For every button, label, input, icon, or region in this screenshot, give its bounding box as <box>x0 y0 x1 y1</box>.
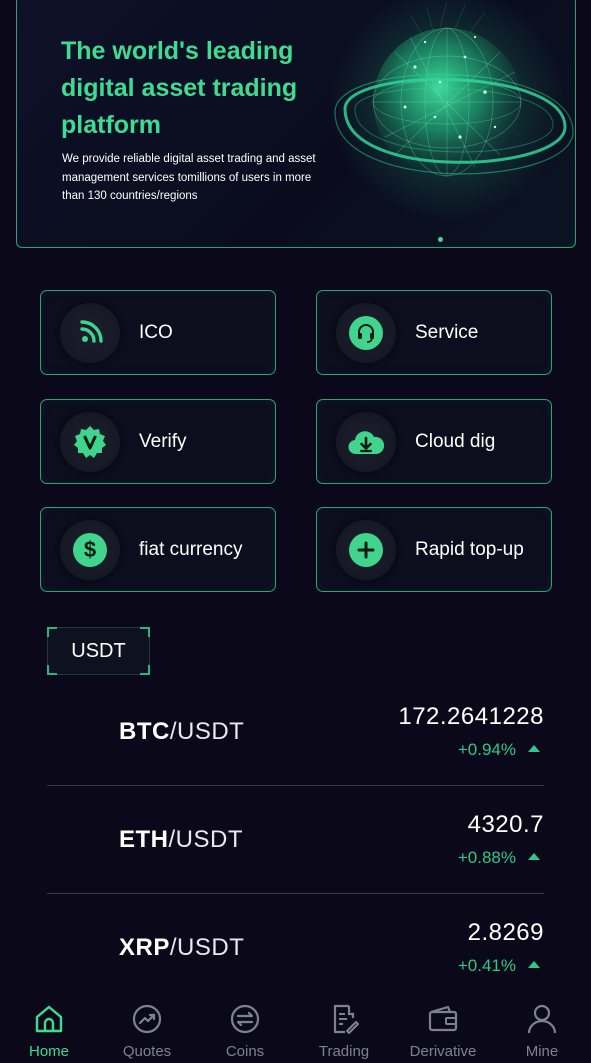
service-button[interactable]: Service <box>316 290 552 375</box>
market-row-eth[interactable]: ETH/USDT 4320.7 +0.88% <box>47 787 544 895</box>
cloud-download-icon <box>348 430 385 454</box>
top-up-icon-holder <box>336 519 396 580</box>
promo-banner[interactable]: The world's leading digital asset tradin… <box>16 0 576 248</box>
nav-home-label: Home <box>28 1043 69 1060</box>
ico-icon-holder <box>60 302 120 363</box>
nav-mine[interactable]: Mine <box>493 990 591 1063</box>
ico-label: ICO <box>139 321 173 343</box>
nav-mine-label: Mine <box>525 1043 559 1060</box>
home-page: The world's leading digital asset tradin… <box>0 0 591 1063</box>
user-icon <box>527 1004 557 1034</box>
verified-badge-icon <box>74 425 106 458</box>
rss-icon <box>80 319 103 343</box>
rapid-top-up-button[interactable]: Rapid top-up <box>316 507 552 592</box>
market-row-btc[interactable]: BTC/USDT 172.2641228 +0.94% <box>47 678 544 786</box>
fiat-currency-label: fiat currency <box>139 538 243 560</box>
nav-home[interactable]: Home <box>0 990 98 1063</box>
pair-name: XRP/USDT <box>119 934 245 961</box>
trend-icon <box>132 1004 162 1034</box>
nav-trading-label: Trading <box>318 1043 370 1060</box>
row-divider <box>47 893 544 894</box>
tab-usdt[interactable]: USDT <box>47 627 150 675</box>
nav-quotes-label: Quotes <box>122 1043 172 1060</box>
change-percent: +0.88% <box>457 848 516 867</box>
verify-icon-holder <box>60 411 120 472</box>
service-label: Service <box>415 321 479 343</box>
nav-quotes[interactable]: Quotes <box>98 990 196 1063</box>
nav-coins[interactable]: Coins <box>196 990 294 1063</box>
tab-usdt-label: USDT <box>71 639 126 662</box>
change-percent: +0.41% <box>457 956 516 975</box>
service-icon-holder <box>336 302 396 363</box>
wallet-icon <box>428 1005 458 1032</box>
row-divider <box>47 785 544 786</box>
banner-indicator <box>438 237 443 242</box>
fiat-currency-button[interactable]: $ fiat currency <box>40 507 276 592</box>
verify-button[interactable]: Verify <box>40 399 276 484</box>
up-arrow-icon <box>528 745 540 752</box>
market-row-xrp[interactable]: XRP/USDT 2.8269 +0.41% <box>47 895 544 1003</box>
rapid-top-up-label: Rapid top-up <box>415 538 524 560</box>
banner-title: The world's leading digital asset tradin… <box>61 37 298 139</box>
cloud-dig-icon-holder <box>336 411 396 472</box>
up-arrow-icon <box>528 961 540 968</box>
nav-derivative-label: Derivative <box>409 1043 477 1060</box>
globe-illustration <box>315 0 575 247</box>
pair-name: ETH/USDT <box>119 826 243 853</box>
last-price: 172.2641228 <box>398 703 544 730</box>
dollar-icon: $ <box>73 532 107 567</box>
last-price: 4320.7 <box>467 811 544 838</box>
cloud-dig-label: Cloud dig <box>415 430 496 452</box>
plus-icon <box>349 532 383 567</box>
cloud-dig-button[interactable]: Cloud dig <box>316 399 552 484</box>
document-edit-icon <box>333 1004 359 1034</box>
last-price: 2.8269 <box>467 919 544 946</box>
ico-button[interactable]: ICO <box>40 290 276 375</box>
verify-label: Verify <box>139 430 187 452</box>
nav-trading[interactable]: Trading <box>295 990 393 1063</box>
nav-derivative[interactable]: Derivative <box>394 990 492 1063</box>
change-percent: +0.94% <box>457 740 516 759</box>
home-icon <box>35 1005 63 1033</box>
headset-icon <box>349 315 383 350</box>
banner-description: We provide reliable digital asset tradin… <box>62 153 316 202</box>
exchange-icon <box>230 1004 260 1034</box>
up-arrow-icon <box>528 853 540 860</box>
nav-coins-label: Coins <box>225 1043 265 1060</box>
pair-name: BTC/USDT <box>119 718 245 745</box>
bottom-navigation: Home Quotes Coins Trading Derivative Min… <box>0 990 591 1063</box>
fiat-icon-holder: $ <box>60 519 120 580</box>
